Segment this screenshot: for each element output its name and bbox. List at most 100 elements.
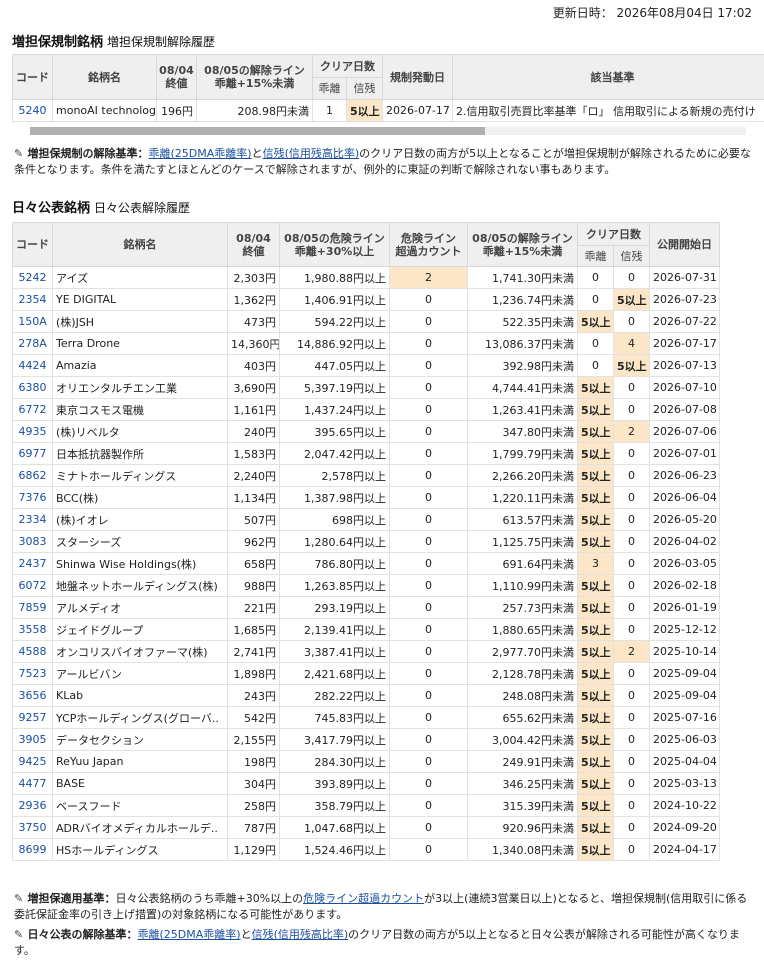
stock-name-link[interactable]: HSホールディングス — [52, 838, 228, 861]
stock-code-link[interactable]: 7859 — [12, 596, 53, 619]
col-header-kairi[interactable]: 乖離 — [577, 245, 614, 267]
stock-name-link[interactable]: BCC(株) — [52, 486, 228, 509]
col-header-shinzan[interactable]: 信残 — [613, 245, 650, 267]
stock-code-link[interactable]: 6772 — [12, 398, 53, 421]
clear-shinzan: 0 — [613, 310, 650, 333]
stock-name-link[interactable]: オンコリスバイオファーマ(株) — [52, 640, 228, 663]
shinzan-link[interactable]: 信残(信用残高比率) — [252, 928, 349, 941]
col-header-release-line[interactable]: 08/05の解除ライン 乖離+15%未満 — [467, 222, 578, 267]
stock-name-link[interactable]: KLab — [52, 684, 228, 707]
stock-code-link[interactable]: 6862 — [12, 464, 53, 487]
clear-shinzan: 0 — [613, 574, 650, 597]
stock-code-link[interactable]: 3558 — [12, 618, 53, 641]
kairi-link[interactable]: 乖離(25DMA乖離率) — [138, 928, 241, 941]
col-header-code[interactable]: コード — [12, 54, 53, 100]
stock-code-link[interactable]: 6977 — [12, 442, 53, 465]
table-row: 4588 オンコリスバイオファーマ(株) 2,741円 3,387.41円以上 0 2,9… — [12, 640, 720, 663]
stock-name-link[interactable]: ADRバイオメディカルホールデ.. — [52, 816, 228, 839]
stock-name-link[interactable]: ミナトホールディングス — [52, 464, 228, 487]
release-line: 3,004.42円未満 — [467, 728, 578, 751]
stock-code-link[interactable]: 5242 — [12, 266, 53, 289]
stock-name-link[interactable]: Amazia — [52, 354, 228, 377]
col-header-over-count[interactable]: 危険ライン 超過カウント — [389, 222, 468, 267]
stock-code-link[interactable]: 2354 — [12, 288, 53, 311]
stock-code-link[interactable]: 5240 — [12, 99, 53, 122]
release-line: 2,128.78円未満 — [467, 662, 578, 685]
clear-kairi: 5以上 — [577, 508, 614, 531]
stock-code-link[interactable]: 4588 — [12, 640, 53, 663]
scrollbar-thumb[interactable] — [30, 127, 485, 135]
col-header-release-line[interactable]: 08/05の解除ライン 乖離+15%未満 — [196, 54, 313, 100]
danger-line: 282.22円以上 — [279, 684, 390, 707]
kairi-link[interactable]: 乖離(25DMA乖離率) — [149, 147, 252, 160]
stock-name-link[interactable]: 日本抵抗器製作所 — [52, 442, 228, 465]
stock-code-link[interactable]: 2936 — [12, 794, 53, 817]
stock-name-link[interactable]: アイズ — [52, 266, 228, 289]
stock-code-link[interactable]: 9425 — [12, 750, 53, 773]
stock-code-link[interactable]: 3656 — [12, 684, 53, 707]
col-header-code[interactable]: コード — [12, 222, 53, 267]
col-header-name[interactable]: 銘柄名 — [52, 54, 157, 100]
release-line: 691.64円未満 — [467, 552, 578, 575]
danger-count-link[interactable]: 危険ライン超過カウント — [303, 892, 424, 905]
table-row: 2437 Shinwa Wise Holdings(株) 658円 786.80円以上… — [12, 552, 720, 575]
stock-code-link[interactable]: 9257 — [12, 706, 53, 729]
stock-code-link[interactable]: 2334 — [12, 508, 53, 531]
stock-name-link[interactable]: 地盤ネットホールディングス(株) — [52, 574, 228, 597]
stock-code-link[interactable]: 7523 — [12, 662, 53, 685]
close-price: 403円 — [227, 354, 280, 377]
stock-name-link[interactable]: オリエンタルチエン工業 — [52, 376, 228, 399]
stock-name-link[interactable]: (株)リベルタ — [52, 420, 228, 443]
stock-name-link[interactable]: アールビバン — [52, 662, 228, 685]
stock-code-link[interactable]: 2437 — [12, 552, 53, 575]
publish-date: 2026-07-01 — [649, 442, 720, 465]
col-header-price[interactable]: 08/04 終値 — [156, 54, 197, 100]
stock-name-link[interactable]: BASE — [52, 772, 228, 795]
stock-code-link[interactable]: 4935 — [12, 420, 53, 443]
stock-code-link[interactable]: 4477 — [12, 772, 53, 795]
clear-kairi: 5以上 — [577, 464, 614, 487]
daily-published-history-link[interactable]: 日々公表解除履歴 — [94, 201, 190, 215]
shinzan-link[interactable]: 信残(信用残高比率) — [263, 147, 360, 160]
clear-shinzan: 5以上 — [613, 288, 650, 311]
stock-code-link[interactable]: 3083 — [12, 530, 53, 553]
stock-name-link[interactable]: ジェイドグループ — [52, 618, 228, 641]
stock-name-link[interactable]: (株)イオレ — [52, 508, 228, 531]
stock-name-link[interactable]: monoAI technology — [52, 99, 157, 122]
clear-shinzan: 0 — [613, 618, 650, 641]
stock-name-link[interactable]: 東京コスモス電機 — [52, 398, 228, 421]
clear-kairi: 5以上 — [577, 772, 614, 795]
stock-code-link[interactable]: 6072 — [12, 574, 53, 597]
col-header-start-date[interactable]: 規制発動日 — [382, 54, 453, 100]
danger-line: 393.89円以上 — [279, 772, 390, 795]
stock-code-link[interactable]: 4424 — [12, 354, 53, 377]
stock-name-link[interactable]: YE DIGITAL — [52, 288, 228, 311]
stock-name-link[interactable]: Shinwa Wise Holdings(株) — [52, 552, 228, 575]
stock-name-link[interactable]: Terra Drone — [52, 332, 228, 355]
stock-name-link[interactable]: ベースフード — [52, 794, 228, 817]
stock-code-link[interactable]: 6380 — [12, 376, 53, 399]
col-header-start-date[interactable]: 公開開始日 — [649, 222, 720, 267]
col-header-price[interactable]: 08/04 終値 — [227, 222, 280, 267]
col-header-kairi[interactable]: 乖離 — [312, 77, 347, 100]
stock-name-link[interactable]: ReYuu Japan — [52, 750, 228, 773]
stock-name-link[interactable]: アルメディオ — [52, 596, 228, 619]
stock-name-link[interactable]: YCPホールディングス(グローバ.. — [52, 706, 228, 729]
col-header-shinzan[interactable]: 信残 — [346, 77, 383, 100]
col-header-clear-days: クリア日数 — [577, 222, 650, 246]
close-price: 787円 — [227, 816, 280, 839]
stock-code-link[interactable]: 150A — [12, 310, 53, 333]
margin-regulation-history-link[interactable]: 増担保規制解除履歴 — [107, 35, 215, 49]
close-price: 14,360円 — [227, 332, 280, 355]
stock-name-link[interactable]: スターシーズ — [52, 530, 228, 553]
stock-code-link[interactable]: 7376 — [12, 486, 53, 509]
stock-code-link[interactable]: 8699 — [12, 838, 53, 861]
col-header-danger-line[interactable]: 08/05の危険ライン 乖離+30%以上 — [279, 222, 390, 267]
stock-name-link[interactable]: データセクション — [52, 728, 228, 751]
horizontal-scrollbar[interactable] — [30, 127, 746, 135]
stock-name-link[interactable]: (株)JSH — [52, 310, 228, 333]
stock-code-link[interactable]: 3750 — [12, 816, 53, 839]
stock-code-link[interactable]: 278A — [12, 332, 53, 355]
stock-code-link[interactable]: 3905 — [12, 728, 53, 751]
col-header-name[interactable]: 銘柄名 — [52, 222, 228, 267]
